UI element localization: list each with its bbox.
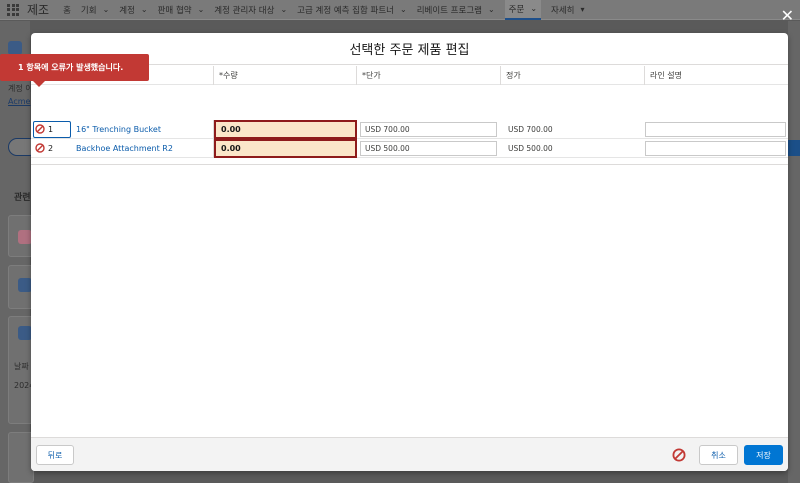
save-button[interactable]: 저장 <box>744 445 783 465</box>
account-link[interactable]: Acme <box>8 97 30 106</box>
header-unit-price[interactable]: *단가 <box>357 66 501 85</box>
list-price-value: USD 700.00 <box>504 122 641 137</box>
global-nav: 제조 홈 기회 ⌄ 계정 ⌄ 판매 협약 ⌄ 계정 관리자 대상 ⌄ 고급 계정 예측 … <box>0 0 800 20</box>
chevron-down-icon[interactable]: ⌄ <box>141 5 148 14</box>
table-row: 2 Backhoe Attachment R2 0.00 USD 500.00 … <box>31 139 788 158</box>
nav-item-sales-agreements[interactable]: 판매 협약 ⌄ <box>158 4 205 16</box>
error-icon[interactable] <box>35 124 45 134</box>
nav-item-orders[interactable]: 주문 ⌄ <box>504 0 542 20</box>
nav-item-label: 리베이트 프로그램 <box>416 5 482 16</box>
product-link[interactable]: Backhoe Attachment R2 <box>76 144 173 153</box>
background-action-button[interactable] <box>788 140 800 156</box>
nav-item-label: 판매 협약 <box>157 5 192 16</box>
caret-down-icon[interactable]: ▾ <box>580 5 584 14</box>
nav-item-label: 계정 <box>119 5 135 16</box>
nav-item-label: 고급 계정 예측 집합 파트너 <box>297 5 394 16</box>
chevron-down-icon[interactable]: ⌄ <box>103 5 110 14</box>
stack-icon <box>18 326 32 340</box>
row-number: 2 <box>48 144 54 153</box>
header-line-description[interactable]: 라인 설명 <box>645 66 788 85</box>
error-tooltip-text: 1 항목에 오류가 발생했습니다. <box>18 63 124 72</box>
chevron-down-icon[interactable]: ⌄ <box>198 5 205 14</box>
nav-item-label: 주문 <box>508 4 525 15</box>
nav-item-account-manager-targets[interactable]: 계정 관리자 대상 ⌄ <box>214 4 287 16</box>
nav-item-label: 기회 <box>80 5 97 16</box>
nav-item-home[interactable]: 홈 <box>63 4 71 16</box>
nav-item-label: 계정 관리자 대상 <box>214 5 275 16</box>
account-label: 계정 이 <box>8 84 33 93</box>
chevron-down-icon[interactable]: ⌄ <box>400 5 407 14</box>
app-name: 제조 <box>27 3 50 17</box>
cancel-button[interactable]: 취소 <box>699 445 738 465</box>
header-quantity[interactable]: *수량 <box>214 66 357 85</box>
calendar-icon <box>18 230 32 244</box>
chevron-down-icon[interactable]: ⌄ <box>280 5 287 14</box>
app-launcher-icon[interactable] <box>5 2 21 18</box>
nav-item-rebate-programs[interactable]: 리베이트 프로그램 ⌄ <box>417 4 495 16</box>
error-tooltip: 1 항목에 오류가 발생했습니다. <box>0 54 149 87</box>
quantity-input[interactable]: 0.00 <box>214 120 357 139</box>
nav-item-label: 자세히 <box>551 5 575 16</box>
unit-price-input[interactable]: USD 700.00 <box>360 122 497 137</box>
row-number: 1 <box>48 125 54 134</box>
chevron-down-icon[interactable]: ⌄ <box>488 5 495 14</box>
nav-item-label: 홈 <box>63 5 71 16</box>
nav-item-advanced-forecast[interactable]: 고급 계정 예측 집합 파트너 ⌄ <box>297 4 407 16</box>
order-icon <box>8 41 22 55</box>
unit-price-input[interactable]: USD 500.00 <box>360 141 497 156</box>
background-right-panel <box>788 21 800 483</box>
stack-icon <box>18 278 32 292</box>
modal-title: 선택한 주문 제품 편집 <box>349 43 470 58</box>
date-label: 날짜 <box>14 362 29 371</box>
list-price-value: USD 500.00 <box>504 141 641 156</box>
back-button[interactable]: 뒤로 <box>36 445 74 465</box>
product-link[interactable]: 16" Trenching Bucket <box>76 125 161 134</box>
header-list-price[interactable]: 정가 <box>501 66 645 85</box>
edit-order-products-modal: 선택한 주문 제품 편집 *수량 *단가 정가 라인 설명 1 16" Tren… <box>31 33 788 471</box>
table-row: 1 16" Trenching Bucket 0.00 USD 700.00 U… <box>31 120 788 139</box>
modal-footer: 뒤로 취소 저장 <box>31 437 788 471</box>
related-tab[interactable]: 관련 <box>14 190 31 203</box>
nav-item-accounts[interactable]: 계정 ⌄ <box>119 4 147 16</box>
error-icon[interactable] <box>35 143 45 153</box>
chevron-down-icon[interactable]: ⌄ <box>530 4 537 13</box>
error-icon[interactable] <box>672 448 686 462</box>
quantity-input[interactable]: 0.00 <box>214 139 357 158</box>
nav-item-more[interactable]: 자세히 ▾ <box>551 4 584 16</box>
line-description-input[interactable] <box>645 122 786 137</box>
product-cell: Backhoe Attachment R2 <box>71 139 214 158</box>
nav-item-opportunities[interactable]: 기회 ⌄ <box>81 4 109 16</box>
product-cell: 16" Trenching Bucket <box>71 120 214 139</box>
line-description-input[interactable] <box>645 141 786 156</box>
